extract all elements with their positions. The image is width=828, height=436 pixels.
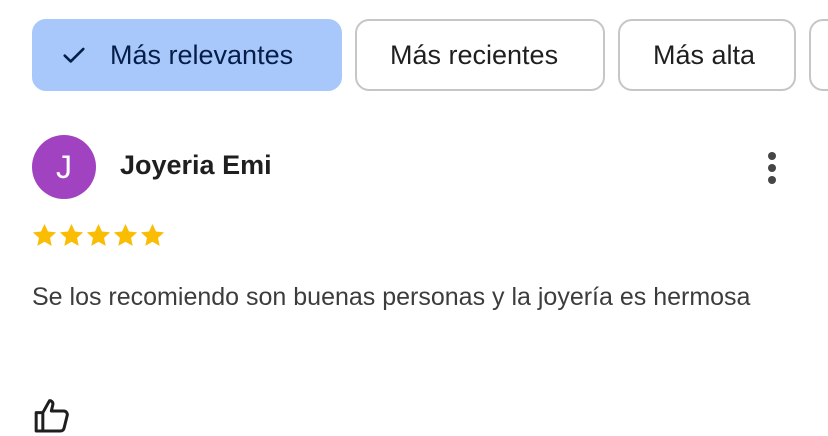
star-icon bbox=[113, 224, 138, 246]
more-options-button[interactable] bbox=[752, 145, 792, 191]
star-icon bbox=[59, 224, 84, 246]
check-icon bbox=[63, 47, 85, 63]
star-icon bbox=[32, 224, 57, 246]
chip-most-recent[interactable]: Más recientes bbox=[355, 19, 605, 91]
chip-label: Más alta bbox=[653, 39, 756, 70]
review-text: Se los recomiendo son buenas personas y … bbox=[32, 283, 751, 311]
chip-label: Más recientes bbox=[390, 39, 559, 70]
reviews-panel: Más relevantes Más recientes Más alta J … bbox=[0, 0, 828, 436]
star-icon bbox=[86, 224, 111, 246]
avatar[interactable]: J bbox=[32, 135, 96, 199]
chip-highest-rating[interactable]: Más alta bbox=[618, 19, 796, 91]
chip-lowest-rating[interactable] bbox=[809, 19, 828, 91]
like-button[interactable] bbox=[32, 396, 72, 436]
more-vert-icon bbox=[768, 152, 776, 184]
reviewer-name[interactable]: Joyeria Emi bbox=[120, 150, 272, 181]
avatar-initial: J bbox=[56, 148, 72, 185]
star-icon bbox=[140, 224, 165, 246]
star-rating bbox=[31, 222, 166, 249]
thumb-up-icon bbox=[34, 399, 69, 433]
chip-most-relevant[interactable]: Más relevantes bbox=[32, 19, 342, 91]
sort-filter-chips: Más relevantes Más recientes Más alta bbox=[32, 19, 828, 91]
chip-label: Más relevantes bbox=[110, 39, 294, 70]
